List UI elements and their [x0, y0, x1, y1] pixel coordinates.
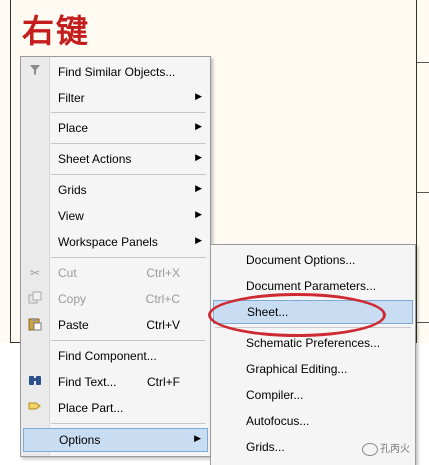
menu-item-label: Find Component...: [58, 349, 157, 363]
context-menu: Find Similar Objects... Filter ▶ Place ▶…: [20, 56, 211, 457]
menu-item-find-similar-objects[interactable]: Find Similar Objects...: [21, 61, 210, 83]
submenu-item-compiler[interactable]: Compiler...: [211, 384, 415, 406]
clipboard-icon: [27, 317, 43, 333]
menu-item-shortcut: Ctrl+C: [145, 292, 180, 306]
menu-item-label: Find Text...: [58, 375, 117, 389]
menu-item-label: Find Similar Objects...: [58, 65, 176, 79]
menu-separator: [51, 423, 206, 424]
menu-item-label: Sheet Actions: [58, 152, 132, 166]
part-icon: [27, 400, 43, 416]
menu-separator: [51, 174, 206, 175]
menu-separator: [51, 112, 206, 113]
menu-item-label: View: [58, 209, 84, 223]
scissors-icon: ✂: [29, 266, 41, 280]
menu-item-label: Filter: [58, 91, 85, 105]
watermark-text: 孔丙火: [380, 444, 410, 455]
submenu-item-label: Document Options...: [246, 253, 356, 267]
menu-item-copy[interactable]: Copy Ctrl+C: [21, 288, 210, 310]
menu-item-grids[interactable]: Grids ▶: [21, 179, 210, 201]
menu-item-filter[interactable]: Filter ▶: [21, 87, 210, 109]
menu-item-paste[interactable]: Paste Ctrl+V: [21, 314, 210, 336]
submenu-arrow-icon: ▶: [195, 209, 202, 219]
funnel-icon: [27, 64, 43, 80]
menu-item-find-component[interactable]: Find Component...: [21, 345, 210, 367]
binoculars-icon: [27, 374, 43, 390]
submenu-arrow-icon: ▶: [195, 183, 202, 193]
submenu-item-label: Grids...: [246, 440, 285, 454]
menu-separator: [51, 340, 206, 341]
submenu-item-label: Document Parameters...: [246, 279, 377, 293]
watermark: 孔丙火: [362, 440, 410, 456]
menu-item-options[interactable]: Options ▶: [23, 428, 208, 452]
menu-item-label: Cut: [58, 266, 77, 280]
sheet-zone-tick: [417, 62, 429, 63]
submenu-item-label: Schematic Preferences...: [246, 336, 381, 350]
menu-item-shortcut: Ctrl+X: [146, 266, 180, 280]
menu-item-place-part[interactable]: Place Part...: [21, 397, 210, 419]
options-submenu: Document Options... Document Parameters.…: [210, 244, 416, 465]
menu-item-view[interactable]: View ▶: [21, 205, 210, 227]
menu-item-label: Place: [58, 121, 89, 135]
submenu-arrow-icon: ▶: [195, 152, 202, 162]
annotation-ellipse: [208, 293, 386, 337]
menu-item-place[interactable]: Place ▶: [21, 117, 210, 139]
wechat-icon: [362, 442, 378, 456]
submenu-item-label: Graphical Editing...: [246, 362, 348, 376]
menu-item-find-text[interactable]: Find Text... Ctrl+F: [21, 371, 210, 393]
menu-item-cut[interactable]: ✂ Cut Ctrl+X: [21, 262, 210, 284]
submenu-arrow-icon: ▶: [195, 121, 202, 131]
submenu-arrow-icon: ▶: [195, 235, 202, 245]
submenu-item-graphical-editing[interactable]: Graphical Editing...: [211, 358, 415, 380]
menu-item-workspace-panels[interactable]: Workspace Panels ▶: [21, 231, 210, 253]
submenu-item-document-options[interactable]: Document Options...: [211, 249, 415, 271]
submenu-arrow-icon: ▶: [194, 433, 201, 443]
menu-item-label: Workspace Panels: [58, 235, 158, 249]
copy-icon: [27, 291, 43, 307]
menu-item-shortcut: Ctrl+F: [147, 375, 180, 389]
menu-separator: [51, 257, 206, 258]
menu-item-shortcut: Ctrl+V: [146, 318, 180, 332]
menu-item-label: Options: [59, 433, 101, 447]
sheet-zone-tick: [417, 322, 429, 323]
sheet-zone-tick: [417, 192, 429, 193]
submenu-item-label: Autofocus...: [246, 414, 310, 428]
submenu-item-label: Compiler...: [246, 388, 304, 402]
menu-item-label: Copy: [58, 292, 87, 306]
submenu-arrow-icon: ▶: [195, 91, 202, 101]
menu-item-sheet-actions[interactable]: Sheet Actions ▶: [21, 148, 210, 170]
menu-separator: [51, 143, 206, 144]
annotation-title: 右键: [22, 12, 91, 50]
menu-item-label: Grids: [58, 183, 87, 197]
submenu-item-autofocus[interactable]: Autofocus...: [211, 410, 415, 432]
menu-item-label: Paste: [58, 318, 89, 332]
menu-item-label: Place Part...: [58, 401, 124, 415]
